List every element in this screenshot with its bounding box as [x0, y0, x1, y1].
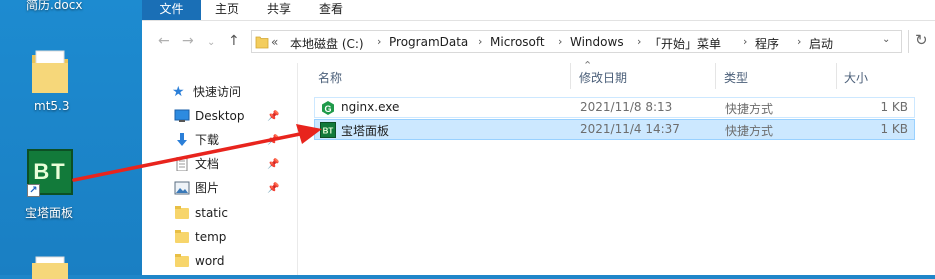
nav-item-label: 图片	[195, 181, 220, 195]
pin-icon[interactable]: 📌	[267, 135, 279, 146]
desktop-file-resume-label[interactable]: 简历.docx	[26, 0, 82, 13]
nav-item-label: 快速访问	[193, 85, 242, 99]
recent-dropdown-icon[interactable]: ⌄	[207, 37, 215, 48]
nav-item-label: 下载	[195, 133, 220, 147]
chevron-right-icon[interactable]: ›	[558, 35, 562, 48]
folder-icon	[175, 206, 189, 219]
crumb-programdata[interactable]: ProgramData	[389, 35, 468, 49]
baota-icon: BT	[320, 122, 336, 138]
folder-icon[interactable]	[30, 255, 70, 279]
folder-icon	[175, 254, 189, 267]
file-type: 快捷方式	[725, 124, 774, 138]
file-date: 2021/11/4 14:37	[580, 122, 680, 136]
column-header: ⌃ 名称 修改日期 类型 大小	[298, 59, 935, 89]
pin-icon[interactable]: 📌	[267, 111, 279, 122]
crumb-start-menu[interactable]: 「开始」菜单	[649, 35, 721, 52]
ribbon-tabs: 文件 主页 共享 查看	[142, 0, 935, 21]
chevron-right-icon[interactable]: ›	[743, 35, 747, 48]
chevron-right-icon[interactable]: ›	[797, 35, 801, 48]
pin-icon[interactable]: 📌	[267, 183, 279, 194]
nav-item-label: temp	[195, 230, 227, 244]
chevron-right-icon[interactable]: ›	[637, 35, 641, 48]
pin-icon[interactable]: 📌	[267, 159, 279, 170]
forward-arrow-icon[interactable]: →	[182, 33, 194, 49]
star-icon: ★	[172, 84, 185, 100]
folder-icon	[255, 36, 269, 49]
column-size[interactable]: 大小	[844, 69, 868, 86]
desktop-icon	[174, 109, 190, 122]
navigation-pane: ★ 快速访问 Desktop 📌 下载 📌 文档 📌 图片 📌 static t…	[142, 63, 298, 275]
picture-icon	[174, 181, 190, 195]
file-size: 1 KB	[880, 122, 908, 136]
crumb-programs[interactable]: 程序	[755, 35, 779, 52]
address-bar[interactable]: « 本地磁盘 (C:) › ProgramData › Microsoft › …	[251, 30, 902, 53]
back-arrow-icon[interactable]: ←	[158, 33, 170, 49]
download-icon	[177, 133, 187, 146]
nav-item-label: 文档	[195, 157, 220, 171]
svg-text:G: G	[324, 104, 331, 114]
nav-item-label: static	[195, 206, 228, 220]
nav-item-label: Desktop	[195, 109, 245, 123]
file-type: 快捷方式	[725, 102, 774, 116]
tab-home[interactable]: 主页	[206, 0, 248, 20]
tab-view[interactable]: 查看	[310, 0, 352, 20]
folder-icon	[175, 230, 189, 243]
folder-icon[interactable]	[30, 47, 70, 95]
tab-share[interactable]: 共享	[258, 0, 300, 20]
chevron-right-icon[interactable]: ›	[478, 35, 482, 48]
svg-text:BT: BT	[323, 127, 334, 136]
address-dropdown-icon[interactable]: ⌄	[882, 34, 890, 45]
file-name: 宝塔面板	[341, 124, 390, 138]
column-divider[interactable]	[836, 63, 837, 89]
nginx-icon: G	[322, 101, 334, 115]
up-arrow-icon[interactable]: ↑	[228, 33, 240, 49]
document-icon	[176, 157, 188, 171]
desktop-app-label[interactable]: 宝塔面板	[25, 204, 73, 221]
file-date: 2021/11/8 8:13	[580, 100, 673, 114]
crumb-windows[interactable]: Windows	[570, 35, 624, 49]
column-name[interactable]: 名称	[318, 69, 342, 86]
file-row-baota[interactable]: BT 宝塔面板 2021/11/4 14:37 快捷方式 1 KB	[314, 119, 915, 140]
tab-file[interactable]: 文件	[142, 0, 201, 20]
desktop: 简历.docx mt5.3 BT ↗ 宝塔面板	[0, 0, 142, 279]
refresh-icon[interactable]: ↻	[915, 31, 928, 49]
shortcut-arrow-icon: ↗	[27, 184, 40, 197]
crumb-startup[interactable]: 启动	[809, 35, 833, 52]
crumb-local-disk[interactable]: 本地磁盘 (C:)	[290, 35, 364, 52]
desktop-folder-label[interactable]: mt5.3	[34, 99, 69, 113]
file-size: 1 KB	[880, 100, 908, 114]
explorer-window: 文件 主页 共享 查看 ← → ⌄ ↑ « 本地磁盘 (C:) › Progra…	[142, 0, 935, 275]
file-row-nginx[interactable]: G nginx.exe 2021/11/8 8:13 快捷方式 1 KB	[314, 97, 915, 118]
column-divider[interactable]	[715, 63, 716, 89]
crumb-microsoft[interactable]: Microsoft	[490, 35, 545, 49]
chevron-right-icon[interactable]: ›	[377, 35, 381, 48]
column-type[interactable]: 类型	[724, 69, 748, 86]
column-divider[interactable]	[570, 63, 571, 89]
nav-item-label: word	[195, 254, 225, 268]
file-name: nginx.exe	[341, 100, 400, 114]
column-date[interactable]: 修改日期	[579, 69, 627, 86]
address-overflow[interactable]: «	[271, 35, 278, 49]
